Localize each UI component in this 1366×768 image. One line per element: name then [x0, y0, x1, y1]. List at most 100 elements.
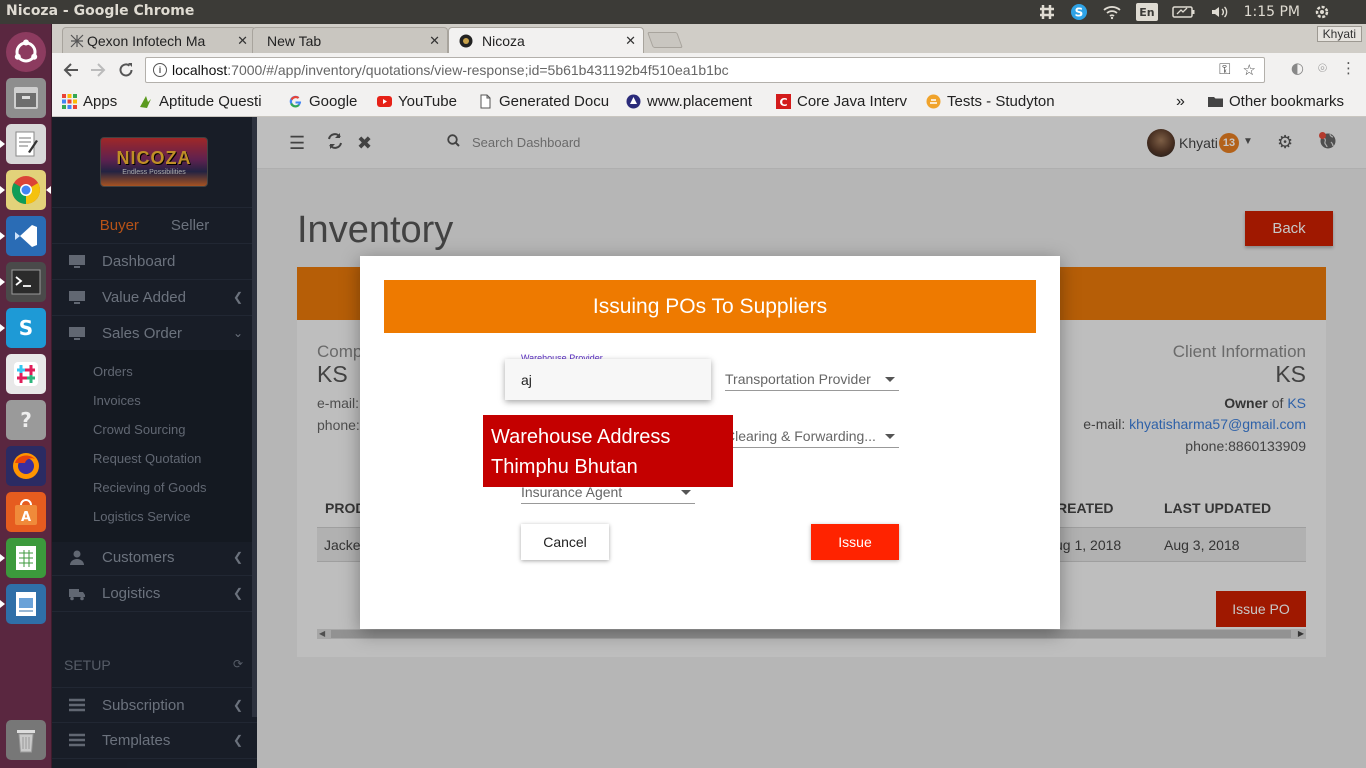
vscode-icon[interactable] [6, 216, 46, 256]
wifi-icon[interactable] [1102, 3, 1122, 21]
bookmark-studytonight[interactable]: Tests - Studyton [926, 93, 1066, 110]
reload-icon[interactable] [115, 59, 137, 81]
placement-icon [626, 94, 641, 109]
menu-kebab-icon[interactable]: ⋮ [1341, 59, 1356, 77]
bookmark-google[interactable]: Google [288, 93, 357, 110]
skype-launcher-icon[interactable]: S [6, 308, 46, 348]
bookmark-label: Aptitude Questi [159, 93, 262, 110]
issue-button[interactable]: Issue [811, 524, 899, 560]
system-tray: S En 1:15 PM [1038, 0, 1366, 24]
browser-window: Qexon Infotech Ma ✕ New Tab ✕ Nicoza ✕ K… [52, 24, 1366, 117]
select-placeholder: Transportation Provider [725, 370, 871, 387]
keyboard-lang-indicator[interactable]: En [1136, 3, 1158, 21]
tab-close-icon[interactable]: ✕ [625, 33, 636, 49]
nicoza-favicon-icon [459, 34, 473, 48]
modal-title: Issuing POs To Suppliers [384, 280, 1036, 333]
bookmark-label: YouTube [398, 93, 457, 110]
warehouse-address-tooltip: Warehouse Address Thimphu Bhutan [483, 415, 733, 487]
cancel-button[interactable]: Cancel [521, 524, 609, 560]
svg-text:A: A [21, 510, 31, 525]
text-editor-icon[interactable] [6, 124, 46, 164]
tab-strip: Qexon Infotech Ma ✕ New Tab ✕ Nicoza ✕ K… [52, 24, 1366, 53]
aptitude-icon [138, 94, 153, 109]
bookmark-label: Generated Docu [499, 93, 610, 110]
profile-button[interactable]: Khyati [1316, 26, 1362, 42]
bookmark-aptitude[interactable]: Aptitude Questi [138, 93, 278, 110]
tab-title: Nicoza [482, 32, 525, 49]
dropdown-caret-icon [885, 377, 895, 382]
tooltip-line-1: Warehouse Address [491, 426, 671, 448]
firefox-icon[interactable] [6, 446, 46, 486]
url-host: localhost [172, 62, 228, 78]
tab-close-icon[interactable]: ✕ [429, 33, 440, 49]
url-path: :7000/#/app/inventory/quotations/view-re… [227, 62, 729, 78]
tab-title: New Tab [267, 32, 322, 49]
other-bookmarks[interactable]: Other bookmarks [1208, 93, 1344, 110]
bookmark-core-java[interactable]: C Core Java Interv [776, 93, 914, 110]
back-arrow-icon[interactable] [60, 59, 82, 81]
files-icon[interactable] [6, 78, 46, 118]
terminal-icon[interactable] [6, 262, 46, 302]
tab-nicoza[interactable]: Nicoza ✕ [448, 27, 644, 53]
warehouse-provider-input[interactable]: aj [505, 359, 711, 400]
os-top-panel: Nicoza - Google Chrome S En 1:15 PM [0, 0, 1366, 24]
apps-grid-icon [62, 94, 77, 109]
camera-extension-icon[interactable]: ⌾ [1318, 59, 1327, 77]
issue-po-modal: Issuing POs To Suppliers Warehouse Provi… [360, 256, 1060, 629]
key-icon[interactable]: ⚿ [1219, 61, 1230, 79]
running-indicator [0, 140, 5, 148]
address-bar[interactable]: i localhost:7000/#/app/inventory/quotati… [145, 57, 1265, 83]
bookmark-placement[interactable]: www.placement [626, 93, 762, 110]
browser-toolbar: i localhost:7000/#/app/inventory/quotati… [52, 53, 1366, 87]
tab-qexon[interactable]: Qexon Infotech Ma ✕ [62, 27, 256, 53]
select-placeholder: Clearing & Forwarding... [725, 427, 876, 444]
more-bookmarks[interactable]: » [1176, 93, 1185, 111]
running-indicator [0, 324, 5, 332]
bookmark-label: Core Java Interv [797, 93, 908, 110]
bookmark-label: www.placement [647, 93, 753, 110]
software-center-icon[interactable]: A [6, 492, 46, 532]
extension-icon[interactable]: ◐ [1291, 59, 1304, 77]
dropdown-caret-icon [681, 490, 691, 495]
bookmark-label: Tests - Studyton [947, 93, 1055, 110]
new-tab-button[interactable] [647, 32, 683, 48]
document-icon [478, 94, 493, 109]
running-indicator [0, 186, 5, 194]
bookmark-label: Google [309, 93, 358, 110]
skype-icon[interactable]: S [1070, 3, 1088, 21]
running-indicator [0, 278, 5, 286]
tab-new-tab[interactable]: New Tab ✕ [252, 27, 448, 53]
slack-icon[interactable] [6, 354, 46, 394]
clearing-forwarding-select[interactable]: Clearing & Forwarding... [725, 424, 899, 448]
tab-close-icon[interactable]: ✕ [237, 33, 248, 49]
battery-icon[interactable] [1171, 3, 1196, 21]
help-icon[interactable]: ? [6, 400, 46, 440]
window-title: Nicoza - Google Chrome [6, 3, 195, 19]
settings-hash-icon[interactable] [1038, 3, 1056, 21]
transportation-provider-select[interactable]: Transportation Provider [725, 367, 899, 391]
tooltip-line-2: Thimphu Bhutan [491, 456, 638, 478]
site-info-icon[interactable]: i [153, 63, 167, 77]
tab-title: Qexon Infotech Ma [87, 32, 206, 49]
power-gear-icon[interactable] [1314, 3, 1330, 21]
bookmark-generated-docs[interactable]: Generated Docu [478, 93, 616, 110]
running-indicator [0, 554, 5, 562]
bookmark-apps[interactable]: Apps [62, 93, 117, 110]
bookmark-star-icon[interactable]: ☆ [1243, 61, 1256, 79]
chrome-icon[interactable] [6, 170, 46, 210]
youtube-icon [377, 94, 392, 109]
volume-icon[interactable] [1210, 3, 1230, 21]
bookmark-youtube[interactable]: YouTube [377, 93, 457, 110]
trash-icon[interactable] [6, 720, 46, 760]
clock[interactable]: 1:15 PM [1244, 3, 1300, 21]
svg-text:S: S [1075, 6, 1084, 20]
impress-icon[interactable] [6, 584, 46, 624]
spreadsheet-icon[interactable] [6, 538, 46, 578]
running-indicator [0, 600, 5, 608]
bookmark-label: Other bookmarks [1229, 93, 1345, 110]
google-icon [288, 94, 303, 109]
forward-arrow-icon[interactable] [87, 59, 109, 81]
omnibox-actions: ⚿ ☆ [1219, 61, 1256, 79]
corejava-icon: C [776, 94, 791, 109]
ubuntu-dash-icon[interactable] [6, 32, 46, 72]
